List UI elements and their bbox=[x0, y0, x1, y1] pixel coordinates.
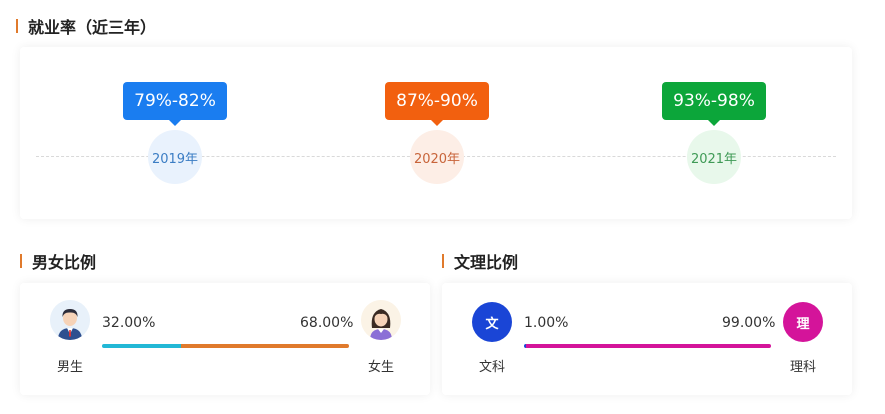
employment-section-title: 就业率（近三年） bbox=[16, 14, 156, 38]
year-circle: 2020年 bbox=[410, 130, 464, 184]
science-progress-segment bbox=[526, 344, 771, 348]
female-label: 女生 bbox=[367, 360, 394, 375]
male-label: 男生 bbox=[56, 360, 83, 375]
science-percent: 99.00% bbox=[722, 315, 776, 331]
female-progress-segment bbox=[181, 344, 349, 348]
male-avatar-icon bbox=[50, 300, 90, 340]
arts-icon: 文 bbox=[472, 302, 512, 342]
gender-progress-bar bbox=[102, 344, 349, 348]
year-circle: 2019年 bbox=[148, 130, 202, 184]
arts-label: 文科 bbox=[478, 360, 505, 375]
employment-card: 79%-82% 2019年 87%-90% 2020年 93%-98% 2021… bbox=[20, 47, 852, 219]
year-item-2019: 79%-82% 2019年 bbox=[115, 47, 235, 219]
science-icon: 理 bbox=[783, 302, 823, 342]
title-accent-bar bbox=[20, 254, 22, 268]
gender-ratio-card: 男生 32.00% 68.00% 女生 bbox=[20, 283, 430, 395]
female-avatar-icon bbox=[361, 300, 401, 340]
year-circle: 2021年 bbox=[687, 130, 741, 184]
male-progress-segment bbox=[102, 344, 182, 348]
title-accent-bar bbox=[442, 254, 444, 268]
subject-ratio-card: 文 文科 1.00% 99.00% 理 理科 bbox=[442, 283, 852, 395]
rate-badge: 93%-98% bbox=[662, 82, 766, 120]
subject-progress-bar bbox=[524, 344, 771, 348]
gender-section-title: 男女比例 bbox=[20, 249, 96, 273]
employment-title: 就业率（近三年） bbox=[28, 18, 157, 37]
gender-title: 男女比例 bbox=[32, 253, 97, 272]
science-label: 理科 bbox=[789, 360, 816, 375]
year-item-2021: 93%-98% 2021年 bbox=[654, 47, 774, 219]
female-percent: 68.00% bbox=[300, 315, 354, 331]
year-item-2020: 87%-90% 2020年 bbox=[377, 47, 497, 219]
subject-title: 文理比例 bbox=[454, 253, 519, 272]
rate-badge: 87%-90% bbox=[385, 82, 489, 120]
rate-badge: 79%-82% bbox=[123, 82, 227, 120]
title-accent-bar bbox=[16, 19, 18, 33]
arts-percent: 1.00% bbox=[524, 315, 569, 331]
male-percent: 32.00% bbox=[102, 315, 156, 331]
subject-section-title: 文理比例 bbox=[442, 249, 518, 273]
